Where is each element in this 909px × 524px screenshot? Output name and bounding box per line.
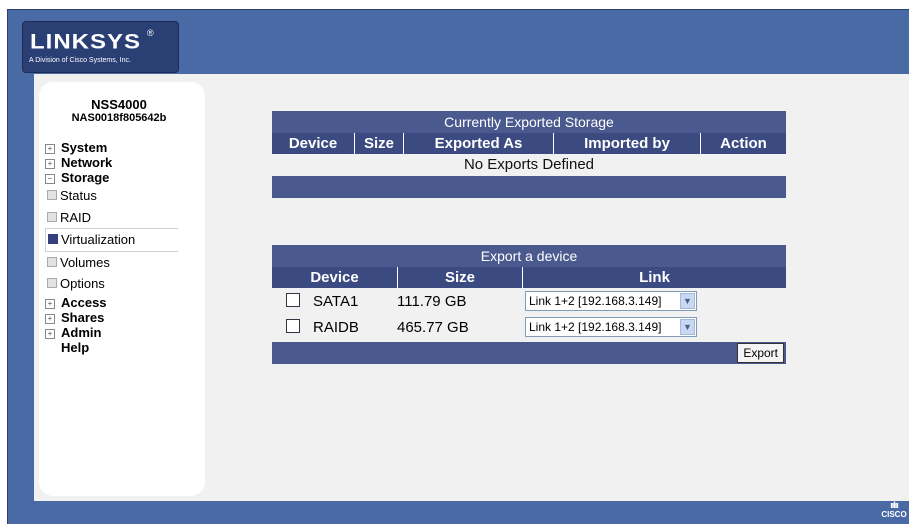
nav-storage-volumes[interactable]: Volumes — [45, 252, 205, 274]
expand-icon: + — [45, 144, 55, 154]
exported-storage-header: Device Size Exported As Imported by Acti… — [272, 133, 786, 154]
table-row: SATA1 111.79 GB Link 1+2 [192.168.3.149]… — [272, 288, 786, 314]
square-bullet-icon — [47, 190, 57, 200]
col-imported-by: Imported by — [553, 133, 700, 154]
square-bullet-icon — [47, 278, 57, 288]
export-device-title: Export a device — [272, 245, 786, 267]
export-device-table: Export a device Device Size Link SATA1 1… — [272, 245, 786, 364]
cisco-bars-icon: ıılıı — [890, 500, 899, 510]
size-cell: 111.79 GB — [397, 292, 467, 310]
collapse-icon: − — [45, 174, 55, 184]
col-link: Link — [522, 267, 786, 288]
col-device: Device — [310, 269, 359, 286]
nav-label: Access — [61, 294, 107, 310]
device-cell: RAIDB — [272, 318, 397, 336]
export-device-footer: Export — [272, 342, 786, 364]
sidebar: NSS4000 NAS0018f805642b + System + Network… — [39, 82, 205, 496]
exported-storage-table: Currently Exported Storage Device Size E… — [272, 111, 786, 198]
nav-storage-options[interactable]: Options — [45, 273, 205, 295]
col-device: Device — [288, 135, 338, 152]
nav-sub-label: Volumes — [60, 254, 110, 270]
nav-admin[interactable]: + Admin — [45, 325, 205, 340]
device-id: NAS0018f805642b — [71, 112, 167, 124]
expand-icon: + — [45, 159, 55, 169]
nav-sub-label: RAID — [60, 209, 92, 225]
chevron-down-icon[interactable]: ▼ — [680, 319, 695, 335]
nav-sub-label: Options — [60, 276, 105, 291]
nav-system[interactable]: + System — [45, 140, 205, 155]
square-bullet-icon — [47, 211, 57, 222]
nav-label: Storage — [61, 170, 110, 185]
expand-icon: + — [45, 298, 55, 309]
exported-storage-footer — [272, 176, 786, 198]
export-device-header: Device Size Link — [272, 267, 786, 288]
nav-menu: + System + Network − Storage Status RAID Vi… — [45, 140, 205, 356]
nav-storage[interactable]: − Storage — [45, 170, 205, 185]
logo-subtitle: A Division of Cisco Systems, Inc. — [29, 57, 131, 64]
square-bullet-icon — [47, 256, 57, 267]
cisco-logo: ıılıı CISCO — [878, 500, 909, 522]
cisco-wordmark: CISCO — [881, 510, 907, 519]
expand-icon: + — [45, 328, 55, 339]
nav-storage-status[interactable]: Status — [45, 185, 205, 207]
col-size: Size — [354, 133, 403, 154]
nav-label: Network — [61, 155, 113, 170]
device-checkbox[interactable] — [286, 318, 300, 333]
device-checkbox[interactable] — [286, 292, 300, 307]
device-cell: SATA1 — [272, 292, 397, 310]
link-select-value: Link 1+2 [192.168.3.149] — [529, 320, 662, 334]
nav-access[interactable]: + Access — [45, 295, 205, 310]
square-bullet-icon — [48, 234, 58, 244]
nav-label: System — [61, 140, 108, 155]
col-size: Size — [397, 267, 522, 288]
expand-icon: + — [45, 313, 55, 324]
nav-help[interactable]: Help — [45, 340, 205, 356]
nav-sub-label: Status — [60, 188, 97, 203]
chevron-down-icon[interactable]: ▼ — [680, 293, 695, 309]
link-cell: Link 1+2 [192.168.3.149] ▼ — [522, 291, 786, 311]
export-button[interactable]: Export — [737, 343, 784, 363]
size-cell: 465.77 GB — [397, 318, 469, 336]
logo-registered-mark: ® — [147, 28, 154, 38]
device-name: NSS4000 — [91, 97, 147, 112]
logo-wordmark: LINKSYS — [30, 29, 142, 54]
nav-label: Admin — [61, 324, 102, 340]
app-frame: LINKSYS ® A Division of Cisco Systems, I… — [7, 9, 909, 524]
nav-storage-raid[interactable]: RAID — [45, 207, 205, 229]
nav-shares[interactable]: + Shares — [45, 310, 205, 325]
link-select[interactable]: Link 1+2 [192.168.3.149] ▼ — [525, 291, 697, 311]
link-select-value: Link 1+2 [192.168.3.149] — [529, 294, 662, 308]
exported-storage-title: Currently Exported Storage — [272, 111, 786, 133]
link-select[interactable]: Link 1+2 [192.168.3.149] ▼ — [525, 317, 697, 337]
link-cell: Link 1+2 [192.168.3.149] ▼ — [522, 317, 786, 337]
nav-sub-label: Virtualization — [61, 232, 136, 247]
bottom-bar: ıılıı CISCO — [8, 500, 909, 524]
col-exported-as: Exported As — [403, 133, 553, 154]
nav-storage-virtualization[interactable]: Virtualization — [45, 228, 178, 252]
device-name-text: RAIDB — [313, 318, 359, 336]
no-exports-message: No Exports Defined — [463, 156, 595, 173]
device-name-text: SATA1 — [313, 292, 359, 310]
col-action: Action — [700, 133, 786, 154]
table-row: RAIDB 465.77 GB Link 1+2 [192.168.3.149]… — [272, 314, 786, 340]
linksys-logo: LINKSYS ® A Division of Cisco Systems, I… — [22, 21, 179, 73]
nav-network[interactable]: + Network — [45, 155, 205, 170]
nav-label: Shares — [61, 309, 105, 325]
